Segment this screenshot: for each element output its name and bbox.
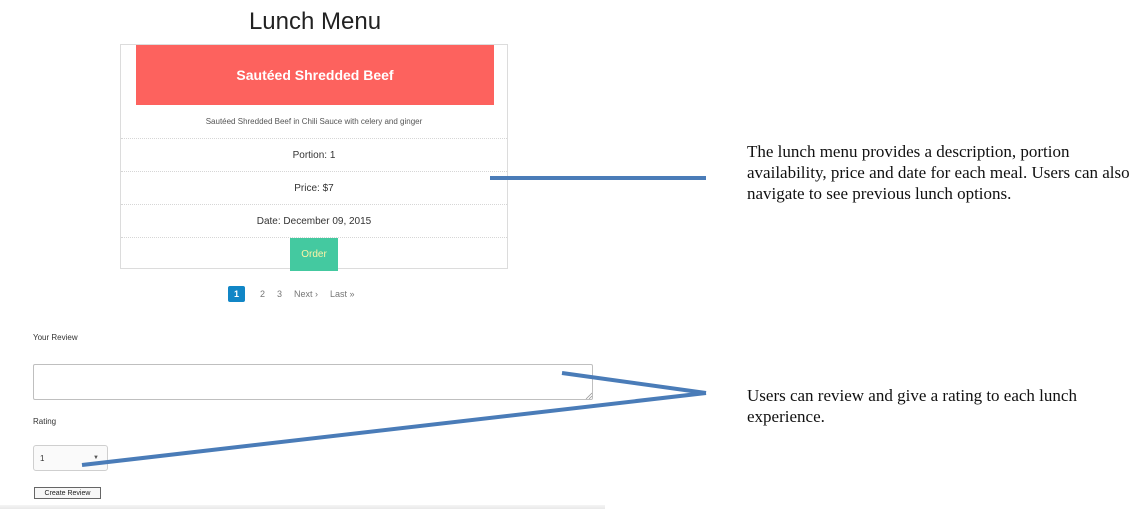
menu-annotation: The lunch menu provides a description, p… xyxy=(747,142,1130,203)
rating-select[interactable]: 1 ▼ xyxy=(33,445,108,471)
rating-connector-line xyxy=(81,391,707,467)
meal-title: Sautéed Shredded Beef xyxy=(136,45,494,105)
last-page-link[interactable]: Last » xyxy=(330,289,355,299)
resize-grip-icon[interactable] xyxy=(585,392,592,399)
meal-date: Date: December 09, 2015 xyxy=(121,204,507,237)
order-row: Order xyxy=(121,237,507,271)
rating-label: Rating xyxy=(33,417,57,426)
meal-portion: Portion: 1 xyxy=(121,138,507,171)
review-textarea[interactable] xyxy=(33,364,593,400)
caret-down-icon: ▼ xyxy=(93,455,99,461)
pagination: 1 2 3 Next › Last » xyxy=(228,286,367,302)
create-review-button[interactable]: Create Review xyxy=(34,487,101,499)
page-1-link[interactable]: 1 xyxy=(228,286,245,302)
meal-price: Price: $7 xyxy=(121,171,507,204)
page-3-link[interactable]: 3 xyxy=(277,289,282,299)
page-2-link[interactable]: 2 xyxy=(260,289,265,299)
meal-card: Sautéed Shredded Beef Sautéed Shredded B… xyxy=(120,44,508,271)
order-button[interactable]: Order xyxy=(290,237,338,271)
bottom-divider xyxy=(0,505,605,509)
rating-selected-value: 1 xyxy=(40,453,45,463)
next-page-link[interactable]: Next › xyxy=(294,289,318,299)
review-label: Your Review xyxy=(33,333,78,342)
meal-description: Sautéed Shredded Beef in Chili Sauce wit… xyxy=(205,117,423,126)
page-title: Lunch Menu xyxy=(248,8,382,35)
review-annotation: Users can review and give a rating to ea… xyxy=(747,386,1077,426)
